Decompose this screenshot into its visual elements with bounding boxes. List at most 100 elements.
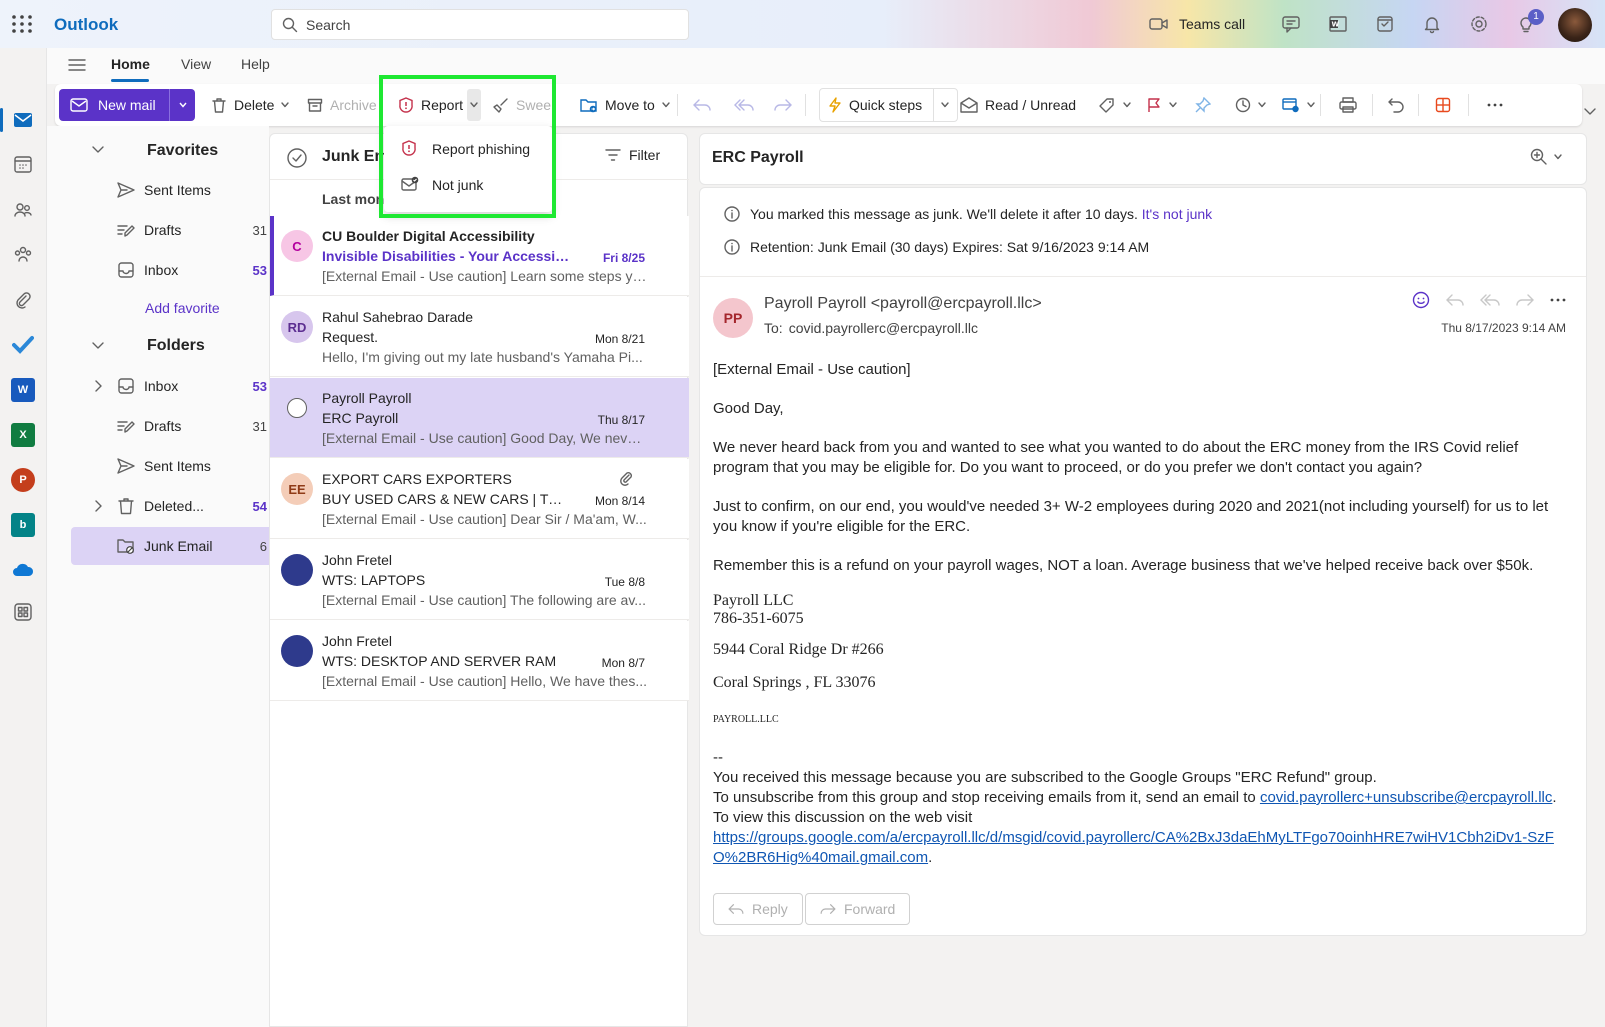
tab-view[interactable]: View: [181, 56, 211, 72]
ribbon-expand-chevron-icon[interactable]: [1584, 108, 1596, 116]
flag-button[interactable]: [1146, 84, 1177, 126]
zoom-button[interactable]: [1530, 148, 1562, 166]
forward-button[interactable]: Forward: [805, 893, 911, 925]
separator: [1372, 94, 1373, 116]
folder-deleted-items[interactable]: Deleted... 54: [71, 487, 297, 525]
favorite-inbox[interactable]: Inbox 53: [71, 251, 297, 289]
report-dropdown-button[interactable]: [467, 89, 481, 121]
folder-sent-items[interactable]: Sent Items: [71, 447, 297, 485]
forward-icon[interactable]: [774, 84, 792, 126]
teams-call-button[interactable]: Teams call: [1149, 0, 1245, 48]
calendar-icon[interactable]: [11, 152, 35, 176]
folder-drafts[interactable]: Drafts 31: [71, 407, 297, 445]
reply-all-icon[interactable]: [734, 84, 754, 126]
new-mail-dropdown[interactable]: [169, 89, 195, 121]
delete-button[interactable]: Delete: [211, 84, 290, 126]
search-box[interactable]: [271, 9, 689, 40]
excel-app-icon[interactable]: X: [11, 423, 35, 447]
quick-steps-button[interactable]: Quick steps: [819, 88, 959, 122]
unsubscribe-link[interactable]: covid.payrollerc+unsubscribe@ercpayroll.…: [1260, 789, 1552, 806]
add-favorite-link[interactable]: Add favorite: [145, 300, 220, 316]
favorite-sent-items[interactable]: Sent Items: [71, 171, 297, 209]
new-mail-button[interactable]: New mail: [59, 89, 195, 121]
message-date: Mon 8/14: [594, 494, 645, 508]
emoji-react-icon[interactable]: [1412, 291, 1430, 309]
folder-inbox[interactable]: Inbox 53: [71, 367, 297, 405]
menu-item-report-phishing[interactable]: Report phishing: [384, 131, 552, 167]
mail-icon[interactable]: [11, 108, 35, 132]
sweep-button[interactable]: Swee: [493, 84, 551, 126]
shield-alert-icon: [402, 140, 416, 156]
categorize-button[interactable]: [1098, 84, 1131, 126]
folder-junk-email[interactable]: Junk Email 6: [71, 527, 297, 565]
message-item[interactable]: C CU Boulder Digital Accessibility Invis…: [270, 216, 689, 296]
message-item-selected[interactable]: Payroll Payroll ERC Payroll Thu 8/17 [Ex…: [270, 378, 689, 458]
archive-button[interactable]: Archive: [307, 84, 377, 126]
word-icon[interactable]: W: [1328, 14, 1348, 34]
forward-icon[interactable]: [1516, 293, 1534, 307]
sender-address[interactable]: Payroll Payroll <payroll@ercpayroll.llc>: [764, 295, 1042, 313]
reply-button[interactable]: Reply: [713, 893, 803, 925]
filter-button[interactable]: Filter: [605, 147, 660, 163]
footer-dashes: --: [713, 749, 723, 766]
chevron-down-icon: [1554, 154, 1562, 160]
tab-help[interactable]: Help: [241, 56, 270, 72]
message-item[interactable]: John Fretel WTS: LAPTOPS Tue 8/8 [Extern…: [270, 540, 689, 620]
tab-home[interactable]: Home: [111, 56, 150, 72]
read-unread-button[interactable]: Read / Unread: [960, 84, 1076, 126]
discussion-link[interactable]: https://groups.google.com/a/ercpayroll.l…: [713, 829, 1554, 866]
chevron-right-icon[interactable]: [95, 500, 103, 512]
folders-header[interactable]: Folders: [147, 337, 205, 355]
todo-icon[interactable]: [11, 332, 35, 356]
reply-icon[interactable]: [693, 84, 711, 126]
chevron-down-icon: [1169, 102, 1177, 108]
new-mail-label: New mail: [98, 97, 156, 113]
inbox-icon: [118, 262, 134, 278]
menu-item-not-junk[interactable]: Not junk: [384, 167, 552, 203]
report-button[interactable]: Report: [398, 84, 463, 126]
menu-icon[interactable]: [68, 57, 86, 73]
bookings-app-icon[interactable]: b: [11, 513, 35, 537]
message-item[interactable]: RD Rahul Sahebrao Darade Request. Mon 8/…: [270, 297, 689, 377]
chat-icon[interactable]: [1281, 14, 1301, 34]
people-icon[interactable]: [11, 198, 35, 222]
app-launcher-icon[interactable]: [11, 14, 33, 34]
account-avatar[interactable]: [1558, 8, 1592, 42]
more-apps-icon[interactable]: [11, 600, 35, 624]
chevron-down-icon[interactable]: [92, 342, 104, 350]
attachment-icon[interactable]: [11, 288, 35, 312]
chevron-right-icon[interactable]: [95, 380, 103, 392]
message-item[interactable]: John Fretel WTS: DESKTOP AND SERVER RAM …: [270, 621, 689, 701]
print-icon[interactable]: [1339, 84, 1357, 126]
settings-gear-icon[interactable]: [1469, 14, 1489, 34]
app-title[interactable]: Outlook: [54, 15, 118, 35]
powerpoint-app-icon[interactable]: P: [11, 468, 35, 492]
select-all-checkbox-icon[interactable]: [287, 148, 307, 168]
not-junk-link[interactable]: It's not junk: [1142, 206, 1212, 222]
bell-icon[interactable]: [1422, 14, 1442, 34]
pin-icon[interactable]: [1195, 84, 1211, 126]
message-select-checkbox[interactable]: [287, 398, 307, 418]
onedrive-icon[interactable]: [11, 558, 35, 582]
apps-addin-icon[interactable]: [1435, 84, 1451, 126]
rules-button[interactable]: [1282, 84, 1315, 126]
groups-icon[interactable]: [11, 242, 35, 266]
word-app-icon[interactable]: W: [11, 378, 35, 402]
undo-icon[interactable]: [1388, 84, 1404, 126]
snooze-button[interactable]: [1235, 84, 1266, 126]
my-day-icon[interactable]: [1375, 14, 1395, 34]
more-options-icon[interactable]: [1550, 298, 1566, 302]
reply-all-icon[interactable]: [1480, 293, 1500, 307]
favorite-drafts[interactable]: Drafts 31: [71, 211, 297, 249]
chevron-down-icon[interactable]: [92, 146, 104, 154]
report-dropdown-menu: Report phishing Not junk: [384, 126, 552, 212]
favorites-header[interactable]: Favorites: [147, 142, 218, 160]
sender-avatar[interactable]: PP: [713, 298, 753, 338]
recipient-address[interactable]: covid.payrollerc@ercpayroll.llc: [789, 320, 978, 336]
search-input[interactable]: [306, 16, 666, 33]
more-options-icon[interactable]: [1487, 84, 1503, 126]
message-item[interactable]: EE EXPORT CARS EXPORTERS BUY USED CARS &…: [270, 459, 689, 539]
paperclip-icon: [620, 472, 632, 486]
reply-icon[interactable]: [1446, 293, 1464, 307]
move-to-button[interactable]: Move to: [580, 84, 670, 126]
